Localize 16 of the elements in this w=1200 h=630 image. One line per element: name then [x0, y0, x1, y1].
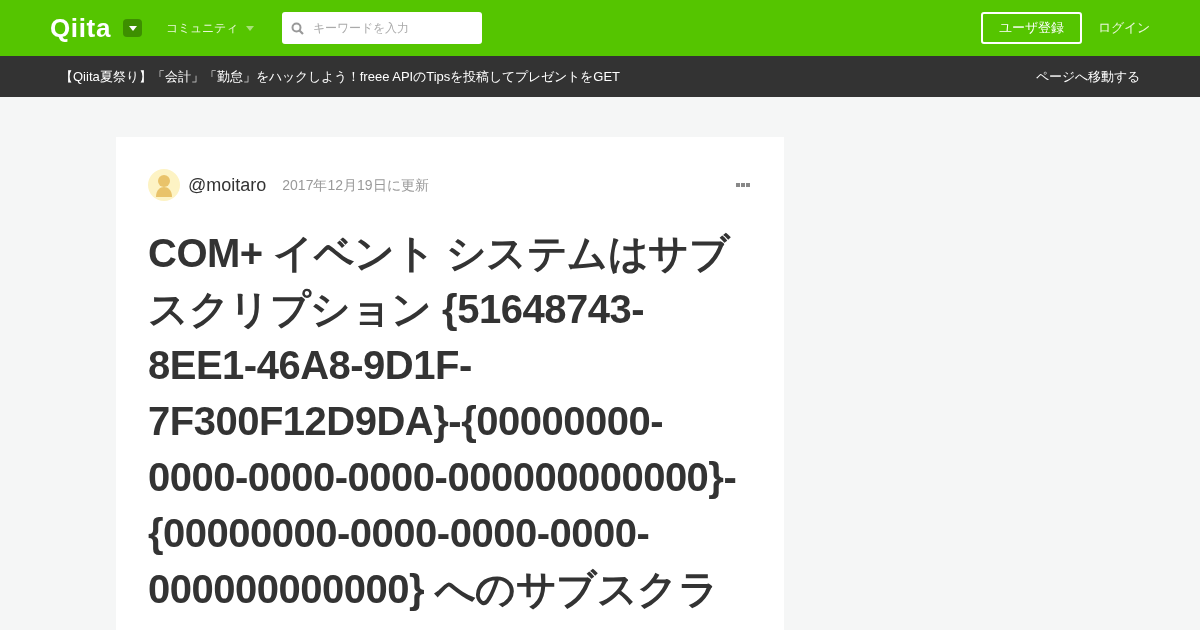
more-button[interactable]: [734, 181, 752, 189]
logo-menu-button[interactable]: [123, 19, 143, 37]
article-title: COM+ イベント システムはサブ スクリプション {51648743- 8EE1-46A8-9D1F- 7F300F12D9DA}-{00000000- 0000-0000-0000-000000000000}- {00000000-0000-0000-0000- 000000000000} へのサブスクラ: [148, 230, 738, 613]
author-link[interactable]: @moitaro: [188, 171, 267, 199]
login-link[interactable]: ログイン: [1098, 18, 1150, 38]
announcement-text: 【Qiita夏祭り】「会計」「勤怠」をハックしよう！freee APIのTipsを投稿してプレゼントをGET: [60, 67, 620, 86]
caret-icon: [246, 25, 255, 31]
caret-icon: [128, 25, 137, 31]
updated-date: 2017年12月19日に更新: [282, 175, 429, 195]
search-field[interactable]: キーワードを入力: [282, 12, 483, 44]
search-icon: [291, 22, 305, 35]
logo[interactable]: Qiita: [50, 8, 112, 48]
more-icon: [736, 183, 750, 187]
announcement-link[interactable]: ページへ移動する: [1036, 66, 1140, 87]
community-menu[interactable]: コミュニティ: [166, 19, 255, 37]
signup-button[interactable]: ユーザ登録: [981, 12, 1082, 44]
